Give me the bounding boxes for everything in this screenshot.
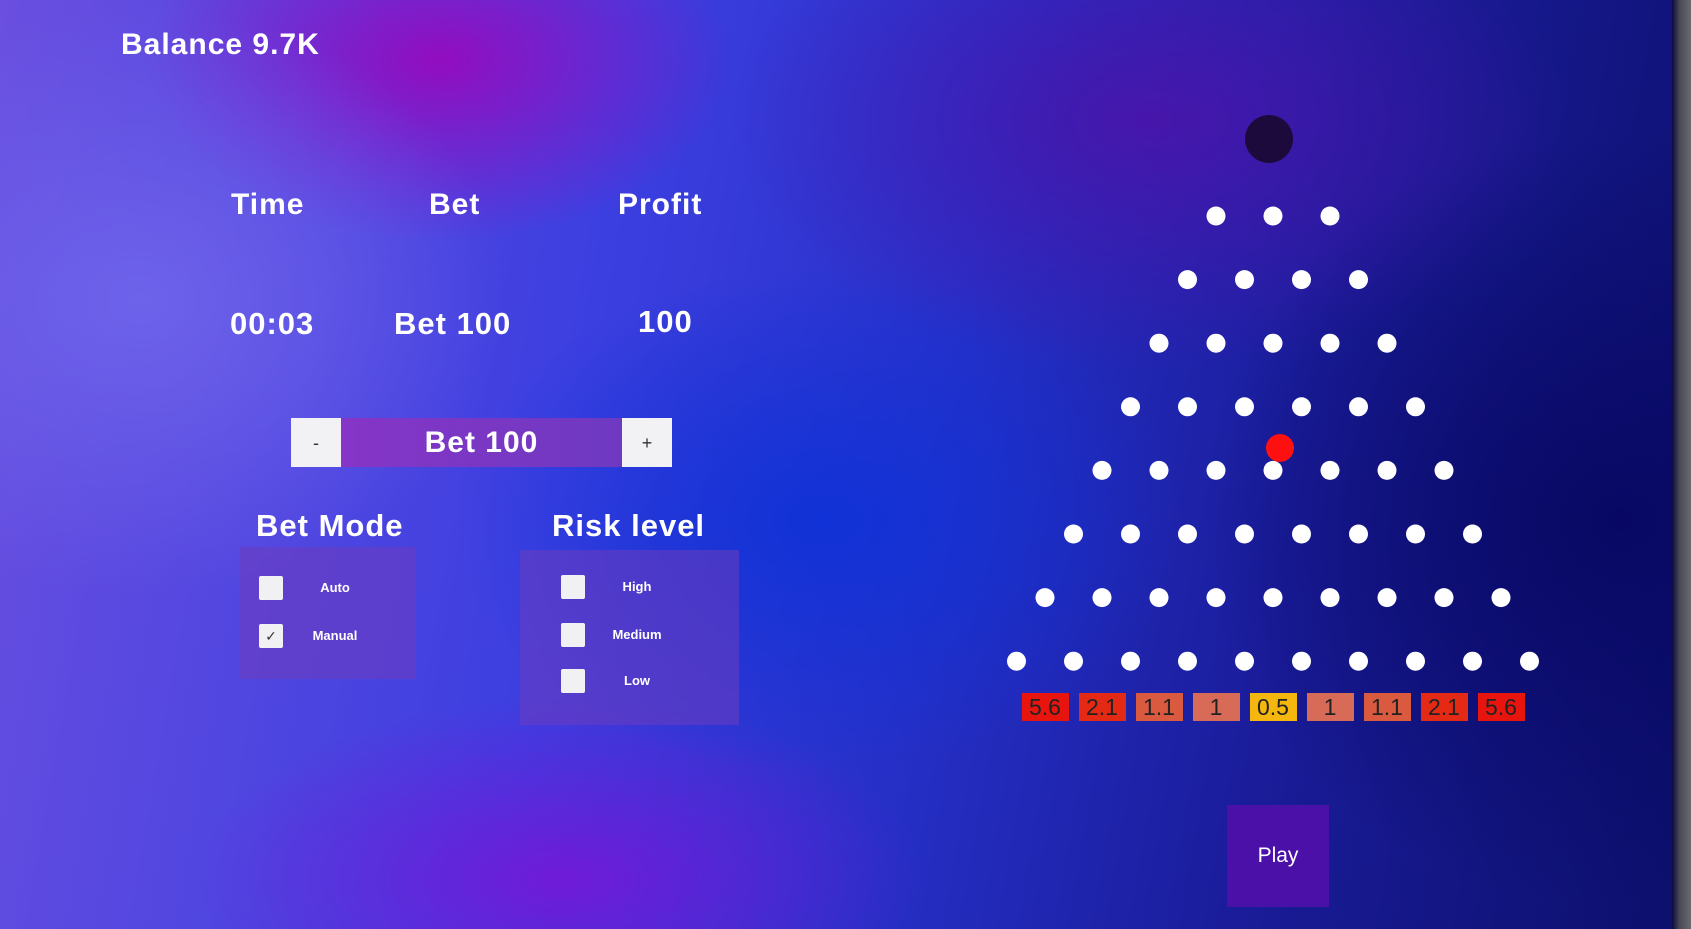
peg xyxy=(1206,460,1226,480)
peg xyxy=(1263,333,1283,353)
peg xyxy=(1349,270,1368,290)
peg xyxy=(1178,270,1197,290)
game-screen: Balance 9.7K Time Bet Profit 00:03 Bet 1… xyxy=(0,0,1691,929)
peg xyxy=(1377,333,1397,353)
peg xyxy=(1206,206,1226,226)
peg xyxy=(1092,588,1112,608)
peg xyxy=(1149,460,1169,480)
peg xyxy=(1035,588,1055,608)
peg xyxy=(1434,460,1454,480)
peg xyxy=(1406,651,1425,671)
peg xyxy=(1263,588,1283,608)
peg xyxy=(1491,588,1511,608)
peg xyxy=(1263,206,1283,226)
peg xyxy=(1235,397,1254,417)
peg xyxy=(1292,397,1311,417)
peg xyxy=(1235,651,1254,671)
peg xyxy=(1149,333,1169,353)
peg xyxy=(1092,460,1112,480)
peg xyxy=(1064,651,1083,671)
peg xyxy=(1377,588,1397,608)
peg xyxy=(1178,651,1197,671)
peg xyxy=(1235,524,1254,544)
multiplier-slot: 0.5 xyxy=(1249,693,1297,721)
peg xyxy=(1434,588,1454,608)
peg xyxy=(1520,651,1539,671)
plinko-ball xyxy=(1266,434,1294,462)
multiplier-slot: 1 xyxy=(1306,693,1354,721)
peg xyxy=(1377,460,1397,480)
peg xyxy=(1235,270,1254,290)
peg xyxy=(1320,333,1340,353)
multiplier-slot: 5.6 xyxy=(1477,693,1525,721)
peg xyxy=(1121,524,1140,544)
multiplier-slot: 1 xyxy=(1192,693,1240,721)
ball-dropper xyxy=(1245,115,1293,163)
peg xyxy=(1178,524,1197,544)
peg xyxy=(1463,524,1482,544)
peg xyxy=(1320,588,1340,608)
peg xyxy=(1121,397,1140,417)
peg xyxy=(1292,270,1311,290)
peg xyxy=(1349,651,1368,671)
multiplier-slot: 1.1 xyxy=(1135,693,1183,721)
peg xyxy=(1206,588,1226,608)
peg xyxy=(1206,333,1226,353)
multiplier-slot: 2.1 xyxy=(1420,693,1468,721)
multiplier-slot: 5.6 xyxy=(1021,693,1069,721)
multiplier-slot: 2.1 xyxy=(1078,693,1126,721)
peg xyxy=(1463,651,1482,671)
peg xyxy=(1406,524,1425,544)
peg xyxy=(1178,397,1197,417)
play-button[interactable]: Play xyxy=(1227,805,1329,907)
peg xyxy=(1406,397,1425,417)
peg xyxy=(1320,460,1340,480)
peg xyxy=(1121,651,1140,671)
peg xyxy=(1292,651,1311,671)
peg xyxy=(1349,524,1368,544)
multiplier-slot: 1.1 xyxy=(1363,693,1411,721)
peg xyxy=(1064,524,1083,544)
plinko-board xyxy=(1007,115,1539,671)
peg xyxy=(1149,588,1169,608)
peg xyxy=(1349,397,1368,417)
peg xyxy=(1320,206,1340,226)
peg xyxy=(1263,460,1283,480)
peg xyxy=(1007,651,1026,671)
peg xyxy=(1292,524,1311,544)
